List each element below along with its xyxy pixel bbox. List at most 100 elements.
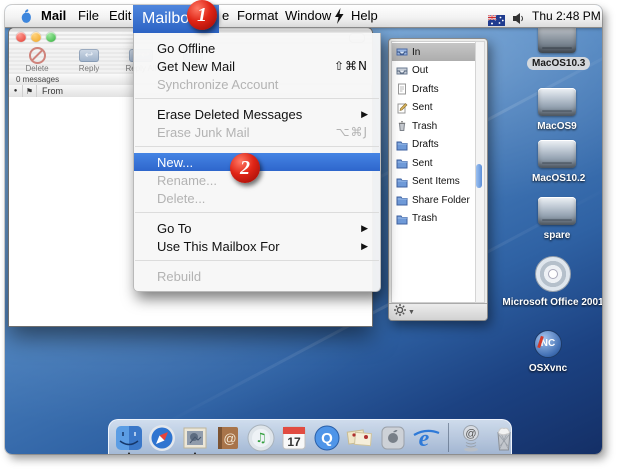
svg-text:@: @ bbox=[465, 428, 476, 440]
mailbox-row-share-folder[interactable]: Share Folder bbox=[392, 191, 476, 209]
mailbox-label: Trash bbox=[412, 213, 437, 224]
folder-icon bbox=[396, 176, 408, 188]
svg-text:Q: Q bbox=[321, 430, 333, 447]
desktop-icon-osxvnc[interactable]: NCOSXvnc bbox=[518, 330, 578, 376]
menu-item-label: Erase Junk Mail bbox=[157, 125, 249, 140]
mailbox-label: Out bbox=[412, 65, 428, 76]
dock-ical-icon[interactable]: 17 bbox=[279, 423, 309, 453]
menu-item-synchronize-account: Synchronize Account bbox=[134, 75, 380, 93]
reply-icon: ↩ bbox=[69, 48, 109, 63]
dock-system-preferences-icon[interactable] bbox=[378, 423, 408, 453]
gear-icon[interactable] bbox=[394, 303, 406, 321]
tutorial-page: Mail File Edit Vie e Format Window Help … bbox=[0, 0, 625, 475]
mailbox-row-sent[interactable]: Sent bbox=[392, 99, 476, 117]
mailbox-row-in[interactable]: In bbox=[392, 43, 476, 61]
hard-drive-icon bbox=[538, 197, 576, 225]
menu-item-go-to[interactable]: Go To▶ bbox=[134, 219, 380, 237]
dock-at-sign-icon[interactable]: @ bbox=[456, 423, 486, 453]
dock-trash-icon[interactable] bbox=[489, 423, 519, 453]
mailbox-row-sent[interactable]: Sent bbox=[392, 154, 476, 172]
menu-item-label: Rebuild bbox=[157, 269, 201, 284]
desktop-screen: Mail File Edit Vie e Format Window Help … bbox=[5, 5, 602, 454]
menu-separator bbox=[134, 207, 380, 219]
callout-badge-2: 2 bbox=[230, 153, 260, 183]
menu-item-label: Get New Mail bbox=[157, 59, 235, 74]
desktop-icon-macos10.3[interactable]: MacOS10.3 bbox=[527, 25, 587, 71]
menu-item-label: Rename... bbox=[157, 173, 217, 188]
menu-item-shortcut: ⇧⌘N bbox=[334, 59, 368, 73]
desktop-icon-spare[interactable]: spare bbox=[527, 197, 587, 243]
dock-letters-icon[interactable] bbox=[345, 423, 375, 453]
dock-finder-icon[interactable] bbox=[114, 423, 144, 453]
desktop-icon-label: MacOS10.3 bbox=[527, 57, 590, 70]
apple-menu-icon[interactable] bbox=[19, 8, 33, 30]
trash-icon bbox=[396, 120, 408, 132]
mailbox-list: InOutDraftsSentTrashDraftsSentSent Items… bbox=[391, 41, 477, 303]
dock-quicktime-icon[interactable]: Q bbox=[312, 423, 342, 453]
dock-internet-explorer-icon[interactable]: e bbox=[411, 423, 441, 453]
toolbar-button-label: Reply bbox=[69, 64, 109, 73]
mailbox-row-trash[interactable]: Trash bbox=[392, 117, 476, 135]
close-button[interactable] bbox=[16, 32, 26, 42]
dock-address-book-icon[interactable]: @ bbox=[213, 423, 243, 453]
delete-button[interactable]: Delete bbox=[17, 48, 57, 73]
menu-item-shortcut: ⌥⌘J bbox=[336, 125, 368, 139]
menu-separator bbox=[134, 93, 380, 105]
svg-text:♫: ♫ bbox=[255, 431, 267, 446]
desktop-icon-label: MacOS10.2 bbox=[527, 172, 590, 185]
menu-bar-clock[interactable]: Thu 2:48 PM bbox=[532, 5, 601, 27]
menu-item-edit[interactable]: Edit bbox=[109, 5, 131, 27]
reply-button[interactable]: ↩Reply bbox=[69, 48, 109, 73]
mailbox-label: Drafts bbox=[412, 139, 439, 150]
dock-divider bbox=[448, 423, 449, 452]
menu-item-help[interactable]: Help bbox=[351, 5, 378, 27]
inbox-icon bbox=[396, 46, 408, 58]
zoom-button[interactable] bbox=[46, 32, 56, 42]
volume-icon[interactable] bbox=[512, 10, 525, 32]
dock-safari-icon[interactable] bbox=[147, 423, 177, 453]
menu-item-use-this-mailbox-for[interactable]: Use This Mailbox For▶ bbox=[134, 237, 380, 255]
column-flag-icon[interactable]: ⚑ bbox=[23, 85, 37, 97]
menu-item-file[interactable]: File bbox=[78, 5, 99, 27]
menu-item-delete: Delete... bbox=[134, 189, 380, 207]
chevron-down-icon[interactable]: ▼ bbox=[408, 309, 415, 316]
drawer-scrollbar[interactable] bbox=[475, 41, 485, 303]
menu-item-go-offline[interactable]: Go Offline bbox=[134, 39, 380, 57]
menu-item-erase-deleted-messages[interactable]: Erase Deleted Messages▶ bbox=[134, 105, 380, 123]
folder-icon bbox=[396, 194, 408, 206]
mailbox-row-trash[interactable]: Trash bbox=[392, 210, 476, 228]
lightning-bolt-menu-icon[interactable] bbox=[334, 8, 344, 30]
dock-itunes-icon[interactable]: ♫ bbox=[246, 423, 276, 453]
desktop-icon-macos9[interactable]: MacOS9 bbox=[527, 88, 587, 134]
menu-item-message-clipped[interactable]: e bbox=[222, 5, 229, 27]
menu-separator bbox=[134, 141, 380, 153]
mailbox-row-drafts[interactable]: Drafts bbox=[392, 136, 476, 154]
mailbox-label: Share Folder bbox=[412, 195, 470, 206]
menu-item-label: Delete... bbox=[157, 191, 205, 206]
menu-item-format[interactable]: Format bbox=[237, 5, 278, 27]
mailbox-row-sent-items[interactable]: Sent Items bbox=[392, 173, 476, 191]
hard-drive-icon bbox=[538, 25, 576, 53]
menu-item-label: Go Offline bbox=[157, 41, 215, 56]
minimize-button[interactable] bbox=[31, 32, 41, 42]
menu-item-window[interactable]: Window bbox=[285, 5, 331, 27]
column-status-dot[interactable]: ● bbox=[9, 85, 23, 97]
mailbox-row-drafts[interactable]: Drafts bbox=[392, 80, 476, 98]
mailbox-label: Sent bbox=[412, 158, 433, 169]
desktop-icon-microsoft-office-2001[interactable]: Microsoft Office 2001 bbox=[493, 256, 602, 310]
dock-mail-stamp-icon[interactable] bbox=[180, 423, 210, 453]
toolbar-button-label: Delete bbox=[17, 64, 57, 73]
menu-item-mail[interactable]: Mail bbox=[41, 5, 66, 27]
menu-item-label: Erase Deleted Messages bbox=[157, 107, 302, 122]
menu-item-get-new-mail[interactable]: Get New Mail ⇧⌘N bbox=[134, 57, 380, 75]
outbox-icon bbox=[396, 65, 408, 77]
svg-text:17: 17 bbox=[287, 435, 301, 449]
mailbox-row-out[interactable]: Out bbox=[392, 62, 476, 80]
vnc-app-icon: NC bbox=[534, 330, 562, 358]
desktop-icon-label: MacOS9 bbox=[532, 120, 581, 133]
drawer-scroll-thumb[interactable] bbox=[476, 164, 482, 188]
mailbox-label: Sent Items bbox=[412, 176, 460, 187]
desktop-icon-macos10.2[interactable]: MacOS10.2 bbox=[527, 140, 587, 186]
dock: @ ♫ 17 Qe @ bbox=[108, 419, 512, 454]
australian-flag-icon[interactable] bbox=[488, 11, 505, 33]
